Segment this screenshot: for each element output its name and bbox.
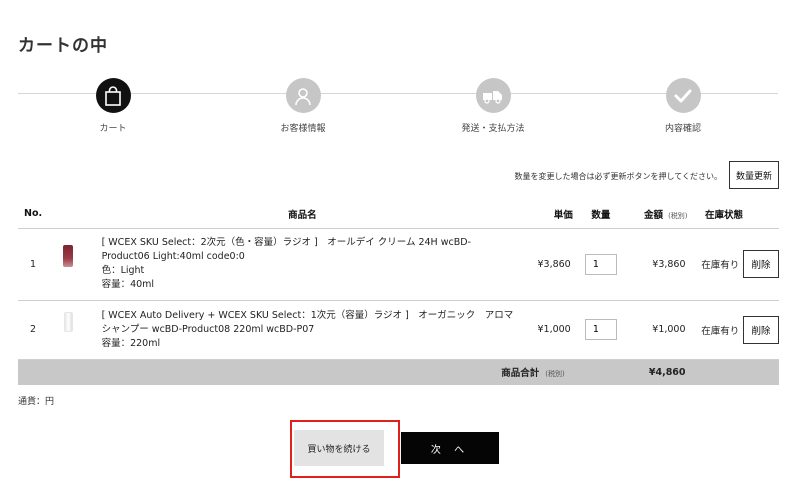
product-name: [ WCEX Auto Delivery + WCEX SKU Select：1…	[101, 309, 514, 335]
total-row: 商品合計 (税別) ¥4,860	[18, 359, 779, 385]
header-no: No.	[18, 200, 52, 229]
table-row: 1 [ WCEX SKU Select：2次元（色・容量）ラジオ ] オールデイ…	[18, 228, 779, 301]
unit-price: ¥1,000	[519, 300, 573, 360]
header-amount-tax: (税別)	[668, 211, 688, 220]
header-stock: 在庫状態	[687, 200, 743, 229]
stock-status: 在庫有り	[687, 300, 743, 360]
quantity-input[interactable]	[584, 319, 617, 340]
row-no: 2	[18, 300, 52, 360]
product-option-volume: 容量：220ml	[101, 337, 161, 349]
header-quantity: 数量	[572, 200, 629, 229]
cart-table: No. 商品名 単価 数量 金額 (税別) 在庫状態 1 [ WCEX SKU S…	[18, 200, 779, 385]
product-option-volume: 容量：40ml	[101, 279, 155, 290]
header-delete	[743, 200, 779, 229]
step-label: カート	[99, 124, 127, 134]
header-amount: 金額 (税別)	[628, 200, 688, 229]
step-shipping-payment: 発送・支払方法	[418, 78, 568, 134]
quantity-cell	[572, 300, 629, 360]
page-title: カートの中	[18, 36, 108, 56]
quantity-update-notice: 数量を変更した場合は必ず更新ボタンを押してください。	[514, 172, 722, 181]
product-image	[63, 245, 74, 267]
step-customer-info: お客様情報	[228, 78, 378, 134]
step-label: お客様情報	[280, 124, 326, 134]
continue-shopping-button[interactable]: 買い物を続ける	[294, 430, 384, 466]
delete-button[interactable]: 削除	[743, 315, 779, 344]
total-spacer	[572, 359, 629, 385]
row-no: 1	[18, 228, 52, 301]
product-image	[63, 311, 73, 332]
user-icon	[285, 78, 321, 113]
step-label: 内容確認	[664, 124, 701, 134]
header-amount-label: 金額	[644, 209, 664, 221]
total-label: 商品合計	[501, 368, 540, 380]
unit-price: ¥3,860	[519, 228, 573, 301]
total-tax-note: (税別)	[545, 370, 565, 379]
header-thumb	[51, 200, 86, 229]
step-cart: カート	[38, 78, 188, 134]
stock-status: 在庫有り	[687, 228, 743, 301]
delete-button[interactable]: 削除	[743, 250, 779, 278]
currency-label: 通貨：円	[18, 397, 55, 407]
table-row: 2 [ WCEX Auto Delivery + WCEX SKU Select…	[18, 300, 779, 360]
product-name-cell: [ WCEX Auto Delivery + WCEX SKU Select：1…	[85, 300, 520, 360]
shopping-bag-icon	[95, 78, 131, 113]
product-thumbnail	[51, 300, 86, 360]
update-quantity-button[interactable]: 数量更新	[729, 161, 779, 189]
quantity-cell	[572, 228, 629, 301]
amount: ¥1,000	[628, 300, 688, 360]
truck-icon	[475, 78, 511, 113]
table-header-row: No. 商品名 単価 数量 金額 (税別) 在庫状態	[18, 200, 779, 229]
header-unit-price: 単価	[519, 200, 573, 229]
product-thumbnail	[51, 228, 86, 301]
delete-cell: 削除	[743, 300, 779, 360]
total-spacer-end	[687, 359, 779, 385]
quantity-input[interactable]	[584, 253, 617, 275]
total-label-cell: 商品合計 (税別)	[18, 359, 573, 385]
step-label: 発送・支払方法	[461, 124, 525, 134]
product-name: [ WCEX SKU Select：2次元（色・容量）ラジオ ] オールデイ ク…	[101, 237, 471, 262]
total-value: ¥4,860	[628, 359, 688, 385]
header-name: 商品名	[85, 200, 520, 229]
step-confirm: 内容確認	[608, 78, 758, 134]
product-option-color: 色：Light	[101, 265, 145, 276]
amount: ¥3,860	[628, 228, 688, 301]
check-icon	[665, 78, 701, 113]
next-button[interactable]: 次 へ	[401, 432, 499, 464]
delete-cell: 削除	[743, 228, 779, 301]
product-name-cell: [ WCEX SKU Select：2次元（色・容量）ラジオ ] オールデイ ク…	[85, 228, 520, 301]
